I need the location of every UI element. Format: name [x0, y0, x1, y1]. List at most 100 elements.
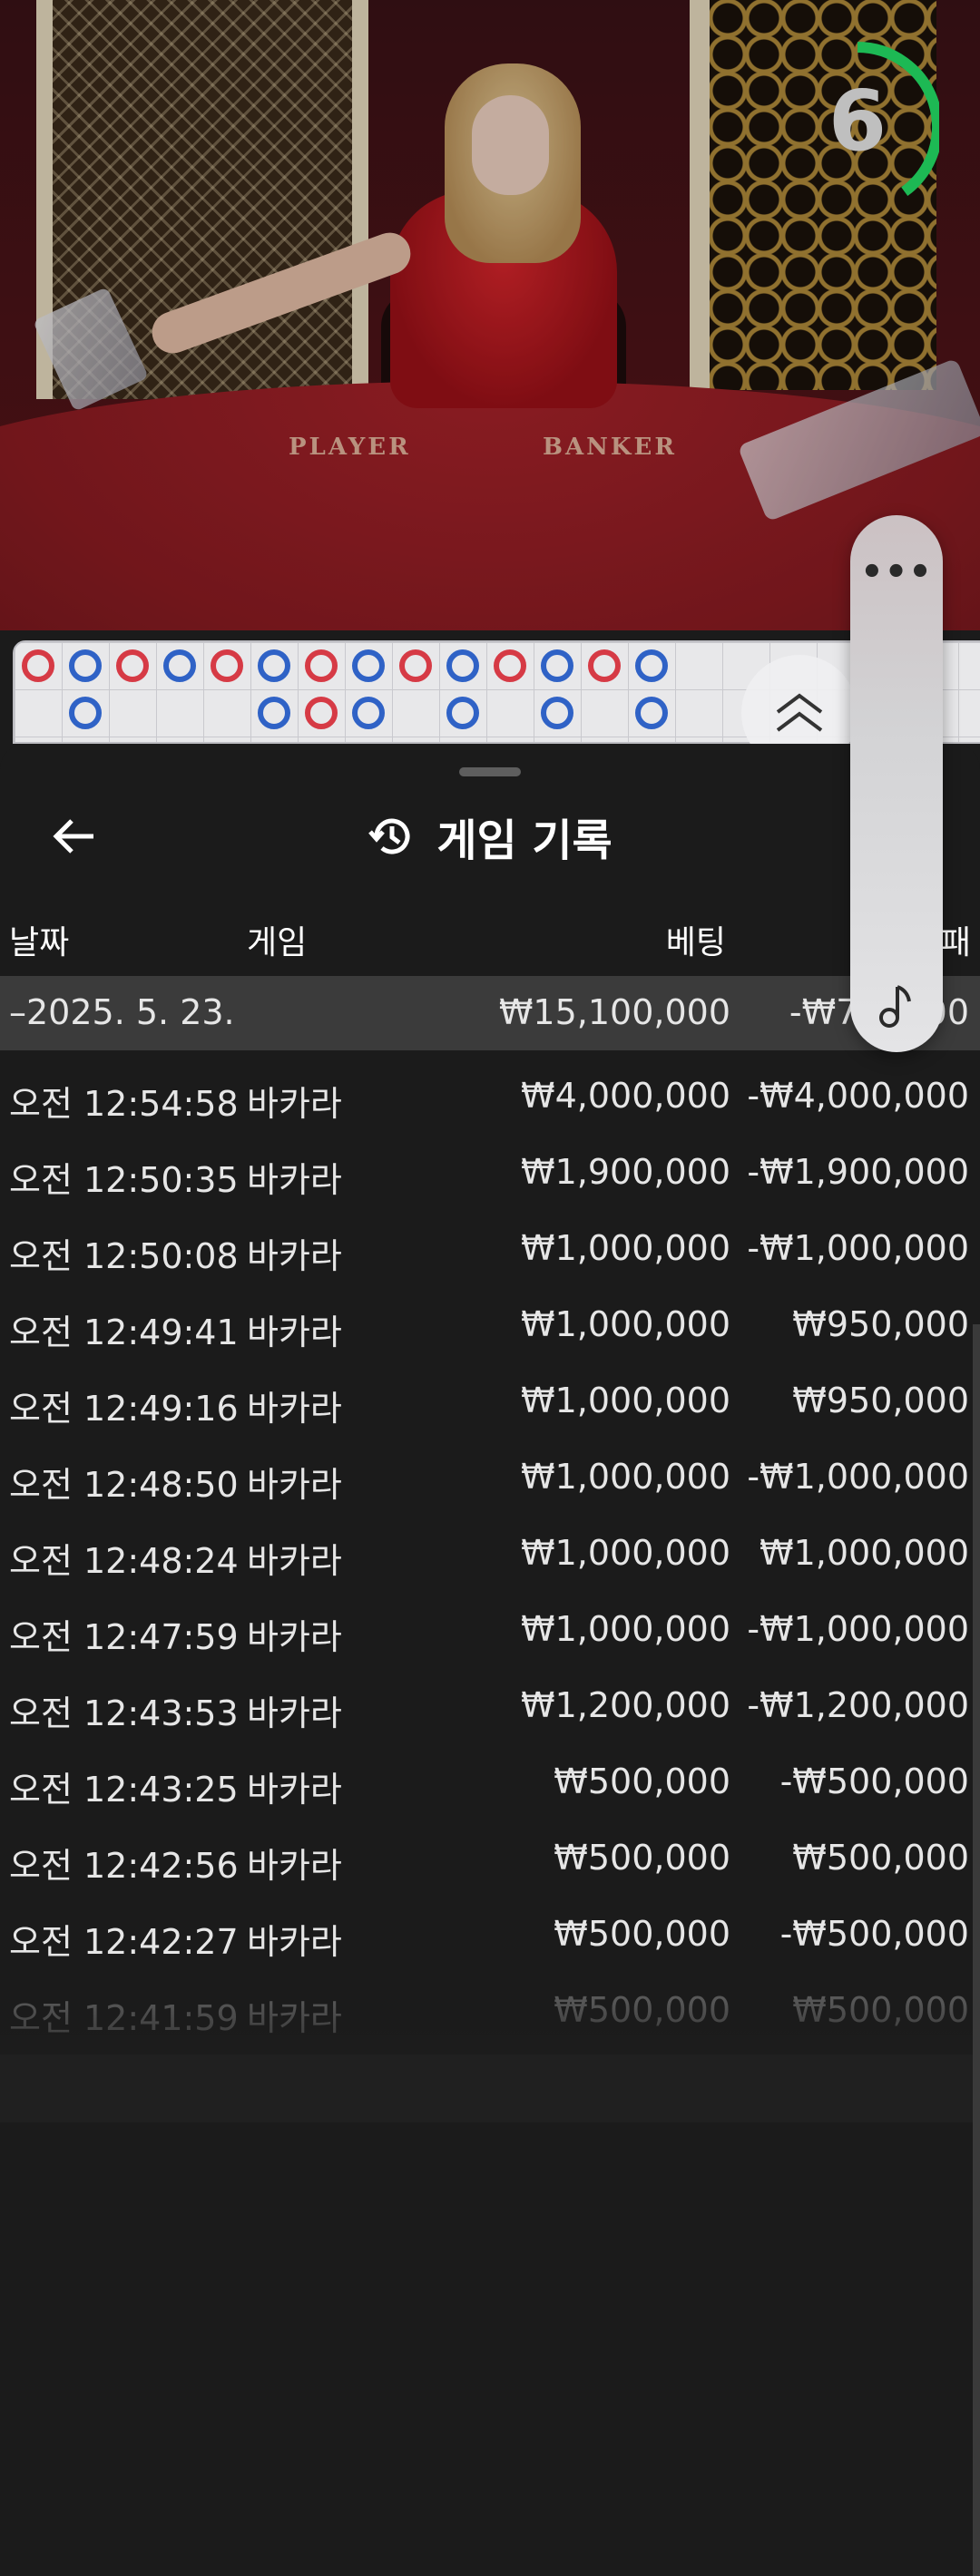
column-header-game: 게임: [247, 924, 308, 961]
row-time: 오전 12:50:35: [9, 1160, 239, 1200]
row-game: 바카라: [247, 1084, 342, 1124]
history-row[interactable]: 오전 12:48:24 바카라 ₩1,000,000 ₩1,000,000: [0, 1518, 980, 1595]
game-history-sheet: 게임 기록 날짜 게임 베팅 승/패 –2025. 5. 23. ₩15,100…: [0, 744, 980, 2576]
row-game: 바카라: [247, 1922, 342, 1962]
player-bead: [446, 697, 479, 729]
date-summary-row[interactable]: –2025. 5. 23. ₩15,100,000 -₩7,2…00: [0, 976, 980, 1050]
row-time: 오전 12:49:41: [9, 1312, 239, 1352]
banker-bead: [305, 649, 338, 682]
player-bead: [352, 697, 385, 729]
history-row[interactable]: 오전 12:50:08 바카라 ₩1,000,000 -₩1,000,000: [0, 1214, 980, 1290]
row-game: 바카라: [247, 1693, 342, 1733]
banker-bead: [211, 649, 243, 682]
row-game: 바카라: [247, 1312, 342, 1352]
player-bead: [541, 697, 573, 729]
music-note-icon: [879, 985, 911, 1028]
sheet-header: 게임 기록: [0, 807, 980, 866]
row-bet: ₩4,000,000: [521, 1076, 730, 1116]
history-row[interactable]: 오전 12:42:56 바카라 ₩500,000 ₩500,000: [0, 1823, 980, 1899]
row-result: ₩950,000: [792, 1304, 969, 1344]
player-bead: [69, 697, 102, 729]
player-bead: [635, 697, 668, 729]
row-time: 오전 12:50:08: [9, 1236, 239, 1276]
row-game: 바카라: [247, 1389, 342, 1429]
row-time: 오전 12:48:50: [9, 1465, 239, 1505]
row-result: -₩1,000,000: [747, 1228, 969, 1268]
player-bead: [635, 649, 668, 682]
row-bet: ₩500,000: [554, 1838, 730, 1878]
column-header-date: 날짜: [9, 924, 70, 961]
page-title: 게임 기록: [436, 815, 612, 866]
countdown-timer: 6: [821, 36, 943, 218]
summary-date: –2025. 5. 23.: [9, 992, 235, 1032]
row-time: 오전 12:54:58: [9, 1084, 239, 1124]
row-bet: ₩500,000: [554, 1914, 730, 1954]
row-result: ₩500,000: [792, 1838, 969, 1878]
column-header-bet: 베팅: [665, 924, 726, 961]
countdown-number: 6: [828, 73, 887, 170]
summary-bet: ₩15,100,000: [498, 992, 730, 1032]
music-button[interactable]: [869, 978, 924, 1032]
row-time: 오전 12:43:25: [9, 1770, 239, 1810]
row-result: -₩1,000,000: [747, 1609, 969, 1649]
history-icon: [368, 818, 410, 854]
row-result: -₩1,900,000: [747, 1152, 969, 1192]
banker-bead: [588, 649, 621, 682]
banker-bead: [305, 697, 338, 729]
history-row[interactable]: 오전 12:48:50 바카라 ₩1,000,000 -₩1,000,000: [0, 1442, 980, 1518]
player-bead: [69, 649, 102, 682]
list-scrollbar[interactable]: [973, 1324, 980, 2576]
side-menu: •••: [850, 515, 943, 1052]
history-row[interactable]: 오전 12:49:41 바카라 ₩1,000,000 ₩950,000: [0, 1290, 980, 1366]
row-time: 오전 12:49:16: [9, 1389, 239, 1429]
row-result: -₩1,200,000: [747, 1685, 969, 1725]
row-bet: ₩1,000,000: [521, 1609, 730, 1649]
row-bet: ₩1,000,000: [521, 1228, 730, 1268]
row-result: -₩500,000: [779, 1761, 969, 1801]
player-bead: [163, 649, 196, 682]
row-result: -₩4,000,000: [747, 1076, 969, 1116]
row-game: 바카라: [247, 1541, 342, 1581]
more-icon[interactable]: •••: [850, 551, 943, 593]
row-time: 오전 12:42:56: [9, 1846, 239, 1886]
row-bet: ₩1,000,000: [521, 1533, 730, 1573]
history-row[interactable]: 오전 12:50:35 바카라 ₩1,900,000 -₩1,900,000: [0, 1137, 980, 1214]
row-bet: ₩500,000: [554, 1761, 730, 1801]
banker-bead: [116, 649, 149, 682]
row-bet: ₩1,200,000: [521, 1685, 730, 1725]
row-time: 오전 12:43:53: [9, 1693, 239, 1733]
row-game: 바카라: [247, 1770, 342, 1810]
player-bead: [446, 649, 479, 682]
bottom-bar: [0, 2054, 980, 2122]
sheet-drag-handle[interactable]: [459, 767, 521, 776]
row-game: 바카라: [247, 1160, 342, 1200]
row-time: 오전 12:47:59: [9, 1617, 239, 1657]
row-result: -₩500,000: [779, 1914, 969, 1954]
player-bead: [258, 649, 290, 682]
row-time: 오전 12:48:24: [9, 1541, 239, 1581]
row-result: -₩1,000,000: [747, 1457, 969, 1497]
history-row[interactable]: 오전 12:49:16 바카라 ₩1,000,000 ₩950,000: [0, 1366, 980, 1442]
player-bead: [541, 649, 573, 682]
row-time: 오전 12:42:27: [9, 1922, 239, 1962]
history-row[interactable]: 오전 12:54:58 바카라 ₩4,000,000 -₩4,000,000: [0, 1061, 980, 1137]
banker-bead: [22, 649, 54, 682]
live-video: PLAYER BANKER 6: [0, 0, 980, 630]
row-bet: ₩1,000,000: [521, 1457, 730, 1497]
banker-bead: [494, 649, 526, 682]
player-bead: [352, 649, 385, 682]
history-row[interactable]: 오전 12:43:53 바카라 ₩1,200,000 -₩1,200,000: [0, 1671, 980, 1747]
row-game: 바카라: [247, 1236, 342, 1276]
row-bet: ₩1,000,000: [521, 1381, 730, 1420]
row-game: 바카라: [247, 1617, 342, 1657]
row-bet: ₩1,900,000: [521, 1152, 730, 1192]
row-result: ₩950,000: [792, 1381, 969, 1420]
row-bet: ₩1,000,000: [521, 1304, 730, 1344]
history-row[interactable]: 오전 12:43:25 바카라 ₩500,000 -₩500,000: [0, 1747, 980, 1823]
history-row[interactable]: 오전 12:47:59 바카라 ₩1,000,000 -₩1,000,000: [0, 1595, 980, 1671]
banker-bead: [399, 649, 432, 682]
row-game: 바카라: [247, 1465, 342, 1505]
row-result: ₩1,000,000: [760, 1533, 969, 1573]
row-game: 바카라: [247, 1846, 342, 1886]
player-bead: [258, 697, 290, 729]
